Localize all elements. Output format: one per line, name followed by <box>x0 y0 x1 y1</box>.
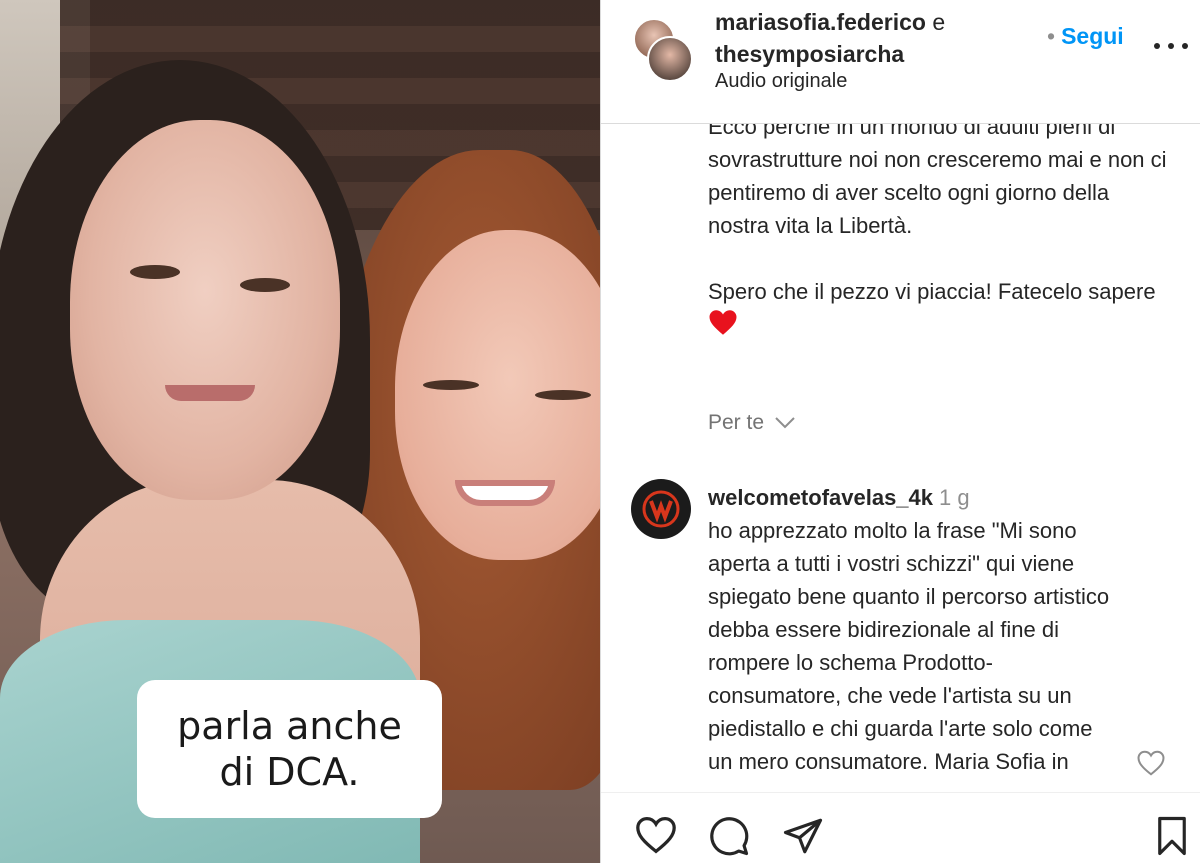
collab-avatars[interactable] <box>633 18 695 82</box>
author-link-2[interactable]: thesymposiarcha <box>715 41 904 67</box>
chevron-down-icon <box>775 417 795 429</box>
audio-link[interactable]: Audio originale <box>715 70 847 93</box>
favelas-logo-icon <box>642 490 680 528</box>
more-icon[interactable] <box>1154 40 1188 52</box>
caption-line-2: di DCA. <box>219 750 360 794</box>
post-panel: mariasofia.federico e thesymposiarcha Au… <box>600 0 1200 863</box>
person-left-face <box>70 120 340 500</box>
heart-icon[interactable] <box>634 815 678 855</box>
comment-time: 1 g <box>939 485 970 510</box>
share-icon[interactable] <box>781 815 825 857</box>
comment-body: welcometofavelas_4k 1 g ho apprezzato mol… <box>708 481 1118 778</box>
comment-username[interactable]: welcometofavelas_4k <box>708 485 933 510</box>
avatar[interactable] <box>631 479 691 539</box>
per-te-dropdown[interactable]: Per te <box>708 411 796 435</box>
conjunction: e <box>932 9 946 35</box>
bookmark-icon[interactable] <box>1154 815 1190 857</box>
reel-video[interactable]: parla anche di DCA. <box>0 0 600 863</box>
comments-scroll[interactable]: Ecco perché in un mondo di adulti pieni … <box>601 124 1200 792</box>
author-link-1[interactable]: mariasofia.federico <box>715 9 926 35</box>
caption-line-1: parla anche <box>177 704 402 748</box>
follow-area: • Segui <box>1047 20 1124 52</box>
post-description: Ecco perché in un mondo di adulti pieni … <box>708 124 1168 374</box>
comment-like-icon[interactable] <box>1136 749 1166 777</box>
person-right-face <box>395 230 600 560</box>
avatar[interactable] <box>647 36 693 82</box>
per-te-label: Per te <box>708 411 765 434</box>
author-names: mariasofia.federico e thesymposiarcha <box>715 6 945 70</box>
video-caption: parla anche di DCA. <box>137 680 442 818</box>
comment-text: ho apprezzato molto la frase "Mi sono ap… <box>708 518 1110 774</box>
description-paragraph-1: Ecco perché in un mondo di adulti pieni … <box>708 124 1167 238</box>
follow-button[interactable]: Segui <box>1061 23 1124 49</box>
comment-icon[interactable] <box>707 815 751 857</box>
separator-dot: • <box>1047 23 1056 49</box>
action-bar <box>601 792 1200 863</box>
red-heart-icon <box>709 310 737 335</box>
post-header: mariasofia.federico e thesymposiarcha Au… <box>601 0 1200 124</box>
description-paragraph-2: Spero che il pezzo vi piaccia! Fatecelo … <box>708 275 1168 341</box>
